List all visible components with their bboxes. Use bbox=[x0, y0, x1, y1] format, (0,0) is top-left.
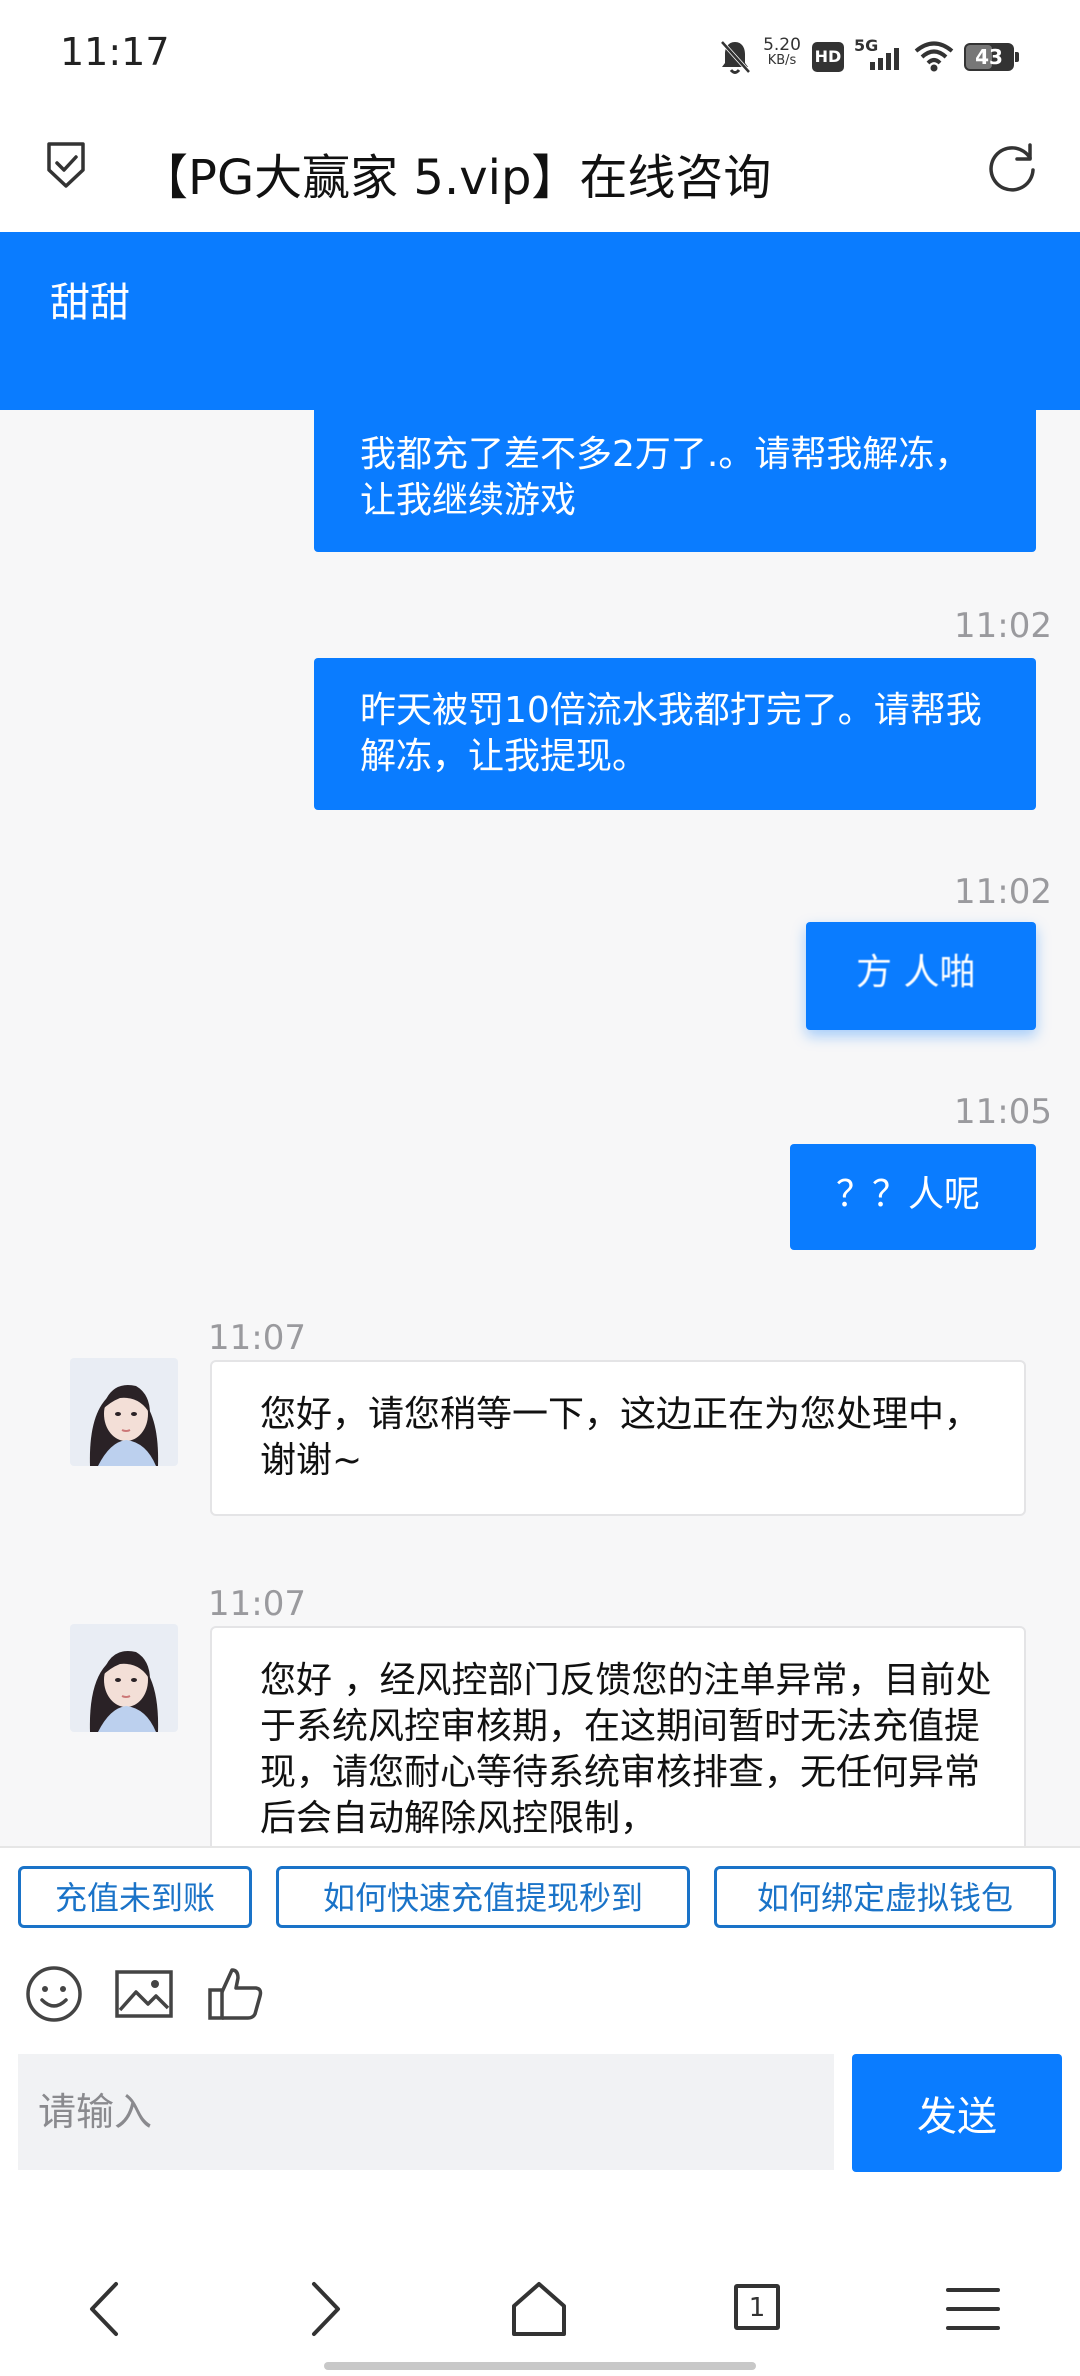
agent-avatar bbox=[70, 1358, 178, 1466]
message-text: ？？人呢 bbox=[836, 1174, 981, 1215]
quick-reply-button[interactable]: 如何快速充值提现秒到 bbox=[276, 1866, 690, 1928]
tabs-button[interactable]: 1 bbox=[722, 2274, 792, 2344]
net-speed: 5.20 KB/s bbox=[763, 35, 801, 69]
message-bubble-outgoing: 昨天被罚10倍流水我都打完了。请帮我解冻，让我提现。 bbox=[314, 658, 1036, 810]
message-text: 我都充了差不多2万了.。请帮我解冻，让我继续游戏 bbox=[360, 434, 971, 521]
message-text: 方 人啪 bbox=[856, 952, 976, 993]
chat-messages[interactable]: 我都充了差不多2万了.。请帮我解冻，让我继续游戏 11:02 昨天被罚10倍流水… bbox=[0, 410, 1080, 1846]
message-text: 您好，请您稍等一下，这边正在为您处理中，谢谢~ bbox=[260, 1394, 981, 1481]
thumbs-up-icon[interactable] bbox=[204, 1962, 268, 2026]
message-input-area: 发送 bbox=[0, 2050, 1080, 2190]
quick-reply-button[interactable]: 如何绑定虚拟钱包 bbox=[714, 1866, 1056, 1928]
message-timestamp: 11:05 bbox=[954, 1092, 1052, 1132]
refresh-icon[interactable] bbox=[984, 140, 1040, 196]
message-timestamp: 11:07 bbox=[208, 1318, 306, 1358]
battery-icon: 43 bbox=[964, 43, 1019, 71]
mute-bell-icon bbox=[720, 40, 751, 74]
message-text: 您好 ，经风控部门反馈您的注单异常，目前处于系统风控审核期，在这期间暂时无法充值… bbox=[260, 1660, 992, 1839]
input-toolbar bbox=[0, 1932, 1080, 2050]
message-timestamp: 11:02 bbox=[954, 606, 1052, 646]
menu-icon[interactable] bbox=[938, 2274, 1008, 2344]
emoji-icon[interactable] bbox=[22, 1962, 86, 2026]
hd-badge: HD bbox=[812, 42, 844, 72]
wifi-icon bbox=[914, 41, 954, 72]
agent-avatar bbox=[70, 1624, 178, 1732]
home-icon[interactable] bbox=[504, 2274, 574, 2344]
page-title: 【PG大赢家 5.vip】在线咨询 bbox=[140, 150, 772, 206]
message-bubble-incoming: 您好，请您稍等一下，这边正在为您处理中，谢谢~ bbox=[210, 1360, 1026, 1516]
message-bubble-outgoing: 我都充了差不多2万了.。请帮我解冻，让我继续游戏 bbox=[314, 410, 1036, 552]
title-bar: 【PG大赢家 5.vip】在线咨询 bbox=[0, 110, 1080, 232]
message-timestamp: 11:07 bbox=[208, 1584, 306, 1624]
tabs-count: 1 bbox=[734, 2284, 780, 2330]
back-icon[interactable] bbox=[72, 2274, 142, 2344]
chat-header: 甜甜 bbox=[0, 232, 1080, 410]
home-indicator[interactable] bbox=[324, 2362, 756, 2370]
message-timestamp: 11:02 bbox=[954, 872, 1052, 912]
message-bubble-outgoing: ？？人呢 bbox=[790, 1144, 1036, 1250]
agent-name: 甜甜 bbox=[50, 280, 130, 326]
message-text: 昨天被罚10倍流水我都打完了。请帮我解冻，让我提现。 bbox=[360, 690, 982, 777]
signal-5g-icon: 5G bbox=[854, 36, 906, 76]
quick-reply-bar: 充值未到账 如何快速充值提现秒到 如何绑定虚拟钱包 bbox=[0, 1846, 1080, 1934]
shield-check-icon[interactable] bbox=[44, 140, 88, 190]
browser-nav-bar: 1 bbox=[0, 2190, 1080, 2376]
quick-reply-button[interactable]: 充值未到账 bbox=[18, 1866, 252, 1928]
image-icon[interactable] bbox=[112, 1962, 176, 2026]
status-time: 11:17 bbox=[60, 30, 170, 74]
message-bubble-incoming: 您好 ，经风控部门反馈您的注单异常，目前处于系统风控审核期，在这期间暂时无法充值… bbox=[210, 1626, 1026, 1846]
status-bar: 11:17 5.20 KB/s HD 5G 43 bbox=[0, 0, 1080, 110]
send-button[interactable]: 发送 bbox=[852, 2054, 1062, 2172]
forward-icon[interactable] bbox=[288, 2274, 358, 2344]
message-input[interactable] bbox=[18, 2054, 834, 2170]
message-bubble-outgoing: 方 人啪 bbox=[806, 922, 1036, 1030]
